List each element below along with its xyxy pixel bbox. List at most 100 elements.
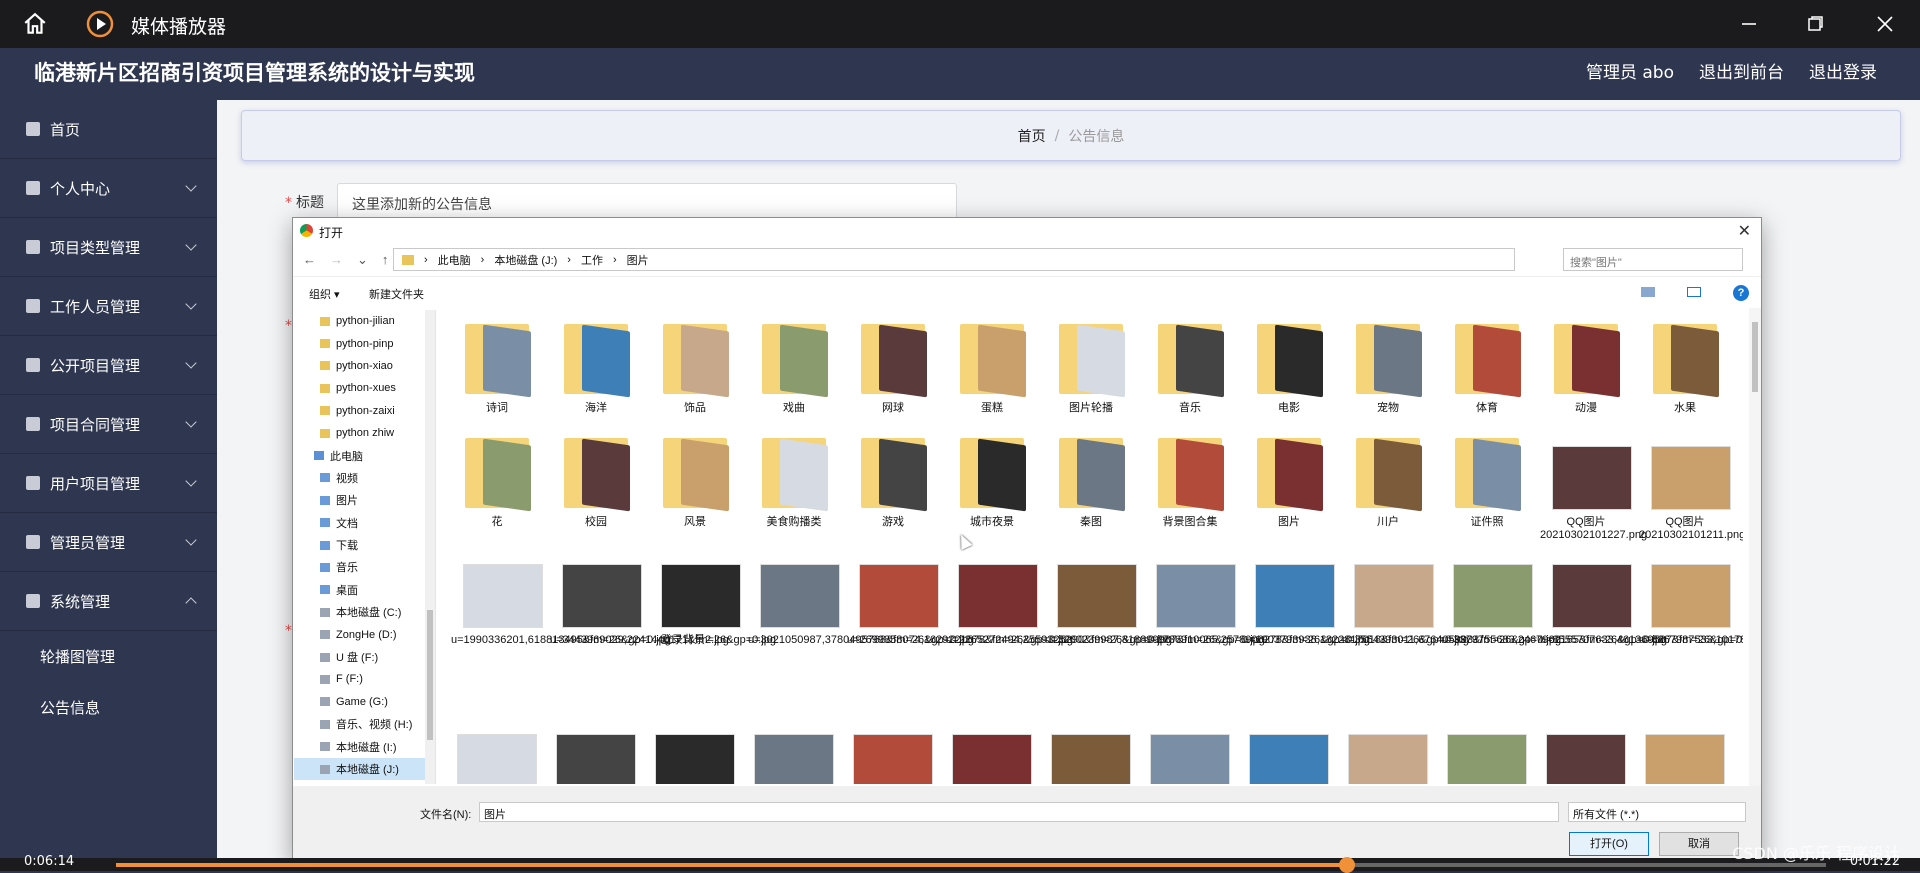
tree-item[interactable]: python-pinp — [294, 332, 435, 354]
sidebar-item[interactable]: 公开项目管理 — [0, 336, 217, 395]
tree-item[interactable]: python-jilian — [294, 310, 435, 332]
image-thumbnail-icon[interactable] — [556, 734, 636, 784]
file-item[interactable]: 川户 — [1342, 432, 1434, 529]
image-thumbnail-icon[interactable] — [1546, 734, 1626, 784]
sidebar-item[interactable]: 系统管理 — [0, 572, 217, 631]
restore-icon[interactable] — [1803, 12, 1827, 36]
organize-button[interactable]: 组织 ▾ — [309, 286, 340, 302]
path-segment[interactable]: 此电脑 — [438, 252, 471, 268]
file-item[interactable]: 风景 — [649, 432, 741, 529]
file-item[interactable]: u=3200239987,818899987&fm=26&gp=0.jpg — [1045, 550, 1265, 647]
sidebar-item[interactable]: 项目类型管理 — [0, 218, 217, 277]
file-item[interactable]: 秦图 — [1045, 432, 1137, 529]
image-thumbnail-icon[interactable] — [1249, 734, 1329, 784]
file-item[interactable]: 图片轮播 — [1045, 318, 1137, 415]
image-thumbnail-icon[interactable] — [1051, 734, 1131, 784]
tree-item[interactable]: 本地磁盘 (J:) — [294, 757, 435, 781]
file-item[interactable]: 戏曲 — [748, 318, 840, 415]
file-item[interactable]: 音乐 — [1144, 318, 1236, 415]
view-options-icon[interactable] — [1641, 287, 1655, 297]
file-item[interactable]: 登录背景2.jpg — [649, 550, 741, 647]
files-scrollbar[interactable] — [1749, 308, 1761, 786]
tree-item[interactable]: ZongHe (D:) — [294, 623, 435, 645]
file-item[interactable]: u=2736910065,2578906278&fm=26&gp=0.jpg — [1144, 550, 1370, 647]
preview-pane-icon[interactable] — [1687, 287, 1701, 297]
file-item[interactable]: 网球 — [847, 318, 939, 415]
file-item[interactable]: 美食购播类 — [748, 432, 840, 529]
tree-item[interactable]: python zhiw — [294, 422, 435, 444]
file-item[interactable]: u=3021050987,3780495768&fm=26&gp=0.jpg — [748, 550, 974, 647]
image-thumbnail-icon[interactable] — [655, 734, 735, 784]
file-item[interactable]: u=2265272494,2559325290&fm=26&gp=0.jpg — [946, 550, 1172, 647]
file-item[interactable]: u=3443969029,2241440171&fm=26&gp=0.jpg — [550, 550, 776, 647]
file-item[interactable]: 宠物 — [1342, 318, 1434, 415]
seek-track[interactable] — [116, 857, 1826, 873]
breadcrumb-home[interactable]: 首页 — [1018, 126, 1046, 146]
file-item[interactable]: QQ图片20210302101227.png — [1540, 432, 1647, 542]
filename-input[interactable]: 图片 — [479, 802, 1559, 822]
file-item[interactable]: 饰品 — [649, 318, 741, 415]
cancel-button[interactable]: 取消 — [1659, 832, 1739, 856]
file-item[interactable]: u=1903793938,1822817018&fm=26&gp=0.jpg — [1243, 550, 1469, 647]
home-icon[interactable] — [22, 11, 48, 37]
sidebar-subitem[interactable]: 轮播图管理 — [0, 631, 217, 682]
file-item[interactable]: u=2699858074,1629221578&fm=26&gp=0.jpg — [847, 550, 1073, 647]
tree-item[interactable]: 视频 — [294, 467, 435, 489]
file-item[interactable]: 城市夜景 — [946, 432, 1038, 529]
tree-item[interactable]: 下载 — [294, 534, 435, 556]
tree-item[interactable]: 此电脑 — [294, 444, 435, 466]
image-thumbnail-icon[interactable] — [754, 734, 834, 784]
image-thumbnail-icon[interactable] — [1150, 734, 1230, 784]
forward-icon[interactable]: → — [330, 252, 343, 268]
file-item[interactable]: 图片 — [1243, 432, 1335, 529]
file-item[interactable]: 蛋糕 — [946, 318, 1038, 415]
image-thumbnail-icon[interactable] — [853, 734, 933, 784]
tree-item[interactable]: 图片 — [294, 489, 435, 511]
image-thumbnail-icon[interactable] — [457, 734, 537, 784]
tree-item[interactable]: Game (G:) — [294, 691, 435, 713]
new-folder-button[interactable]: 新建文件夹 — [369, 286, 424, 302]
file-item[interactable]: 体育 — [1441, 318, 1533, 415]
recent-icon[interactable]: ⌄ — [357, 252, 368, 268]
file-item[interactable]: 花 — [451, 432, 543, 529]
file-item[interactable]: u=3554393011,676405993&fm=26&gp=0.jpg — [1342, 550, 1561, 647]
tree-item[interactable]: 音乐、视频 (H:) — [294, 713, 435, 735]
tree-scrollbar[interactable] — [425, 310, 435, 784]
file-item[interactable]: u=1990336201,618813495&fm=26&gp=0.jpg — [451, 550, 671, 647]
tree-item[interactable]: F (F:) — [294, 668, 435, 690]
image-thumbnail-icon[interactable] — [1447, 734, 1527, 784]
address-bar[interactable]: › 此电脑 › 本地磁盘 (J:) › 工作 › 图片 — [393, 248, 1515, 271]
tree-item[interactable]: python-zaixi — [294, 400, 435, 422]
open-button[interactable]: 打开(O) — [1569, 832, 1649, 856]
sidebar-item[interactable]: 首页 — [0, 100, 217, 159]
tree-item[interactable]: 本地磁盘 (C:) — [294, 601, 435, 623]
image-thumbnail-icon[interactable] — [1348, 734, 1428, 784]
dialog-search-input[interactable]: 搜索"图片" — [1563, 248, 1743, 271]
sidebar-item[interactable]: 管理员管理 — [0, 513, 217, 572]
file-item[interactable]: 背景图合集 — [1144, 432, 1236, 529]
minimize-icon[interactable] — [1737, 12, 1761, 36]
sidebar-item[interactable]: 用户项目管理 — [0, 454, 217, 513]
logout-link[interactable]: 退出登录 — [1809, 58, 1877, 83]
tree-item[interactable]: 本地磁盘 (I:) — [294, 735, 435, 757]
tree-item[interactable]: 文档 — [294, 512, 435, 534]
file-item[interactable]: 水果 — [1639, 318, 1731, 415]
file-item[interactable]: 海洋 — [550, 318, 642, 415]
dialog-close-icon[interactable]: ✕ — [1738, 221, 1751, 241]
path-segment[interactable]: 本地磁盘 (J:) — [494, 252, 557, 268]
back-icon[interactable]: ← — [303, 252, 316, 268]
help-icon[interactable]: ? — [1733, 285, 1749, 301]
file-item[interactable]: 校园 — [550, 432, 642, 529]
sidebar-item[interactable]: 工作人员管理 — [0, 277, 217, 336]
path-segment[interactable]: 图片 — [627, 252, 649, 268]
tree-item[interactable]: 音乐 — [294, 556, 435, 578]
file-item[interactable]: QQ图片20210302101211.png — [1639, 432, 1743, 542]
tree-item[interactable]: U 盘 (F:) — [294, 646, 435, 668]
title-input[interactable]: 这里添加新的公告信息 — [337, 183, 957, 219]
file-item[interactable]: u=8867987533,1017812494&fm=26&gp=0.jpg — [1639, 550, 1743, 647]
file-item[interactable]: 电影 — [1243, 318, 1335, 415]
sidebar-item[interactable]: 项目合同管理 — [0, 395, 217, 454]
path-segment[interactable]: 工作 — [581, 252, 603, 268]
file-item[interactable]: 诗词 — [451, 318, 543, 415]
file-item[interactable]: u=3379755683,2467962165&fm=26&gp=0.jpg — [1441, 550, 1667, 647]
